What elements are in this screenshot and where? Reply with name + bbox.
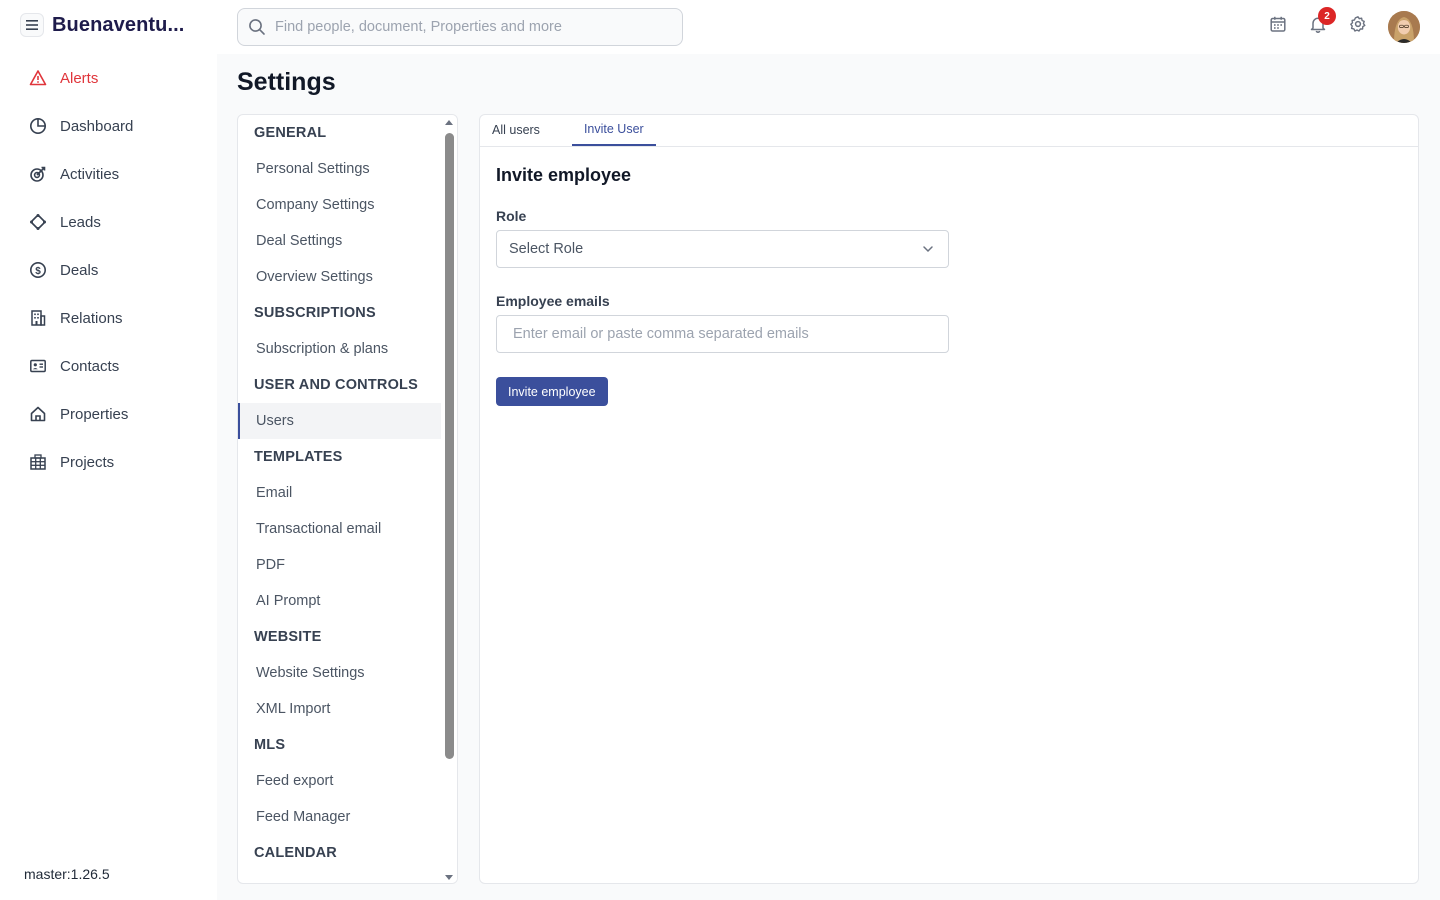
section-templates: TEMPLATES <box>254 449 343 465</box>
activity-icon <box>29 165 47 183</box>
sidebar-item-label: Activities <box>60 165 120 183</box>
section-general: GENERAL <box>254 125 327 141</box>
scrollbar-thumb[interactable] <box>445 133 454 759</box>
gear-icon <box>1350 16 1366 32</box>
avatar-image <box>1388 11 1420 43</box>
menu-feed-export[interactable]: Feed export <box>238 763 442 799</box>
calendar-button[interactable] <box>1266 12 1290 36</box>
svg-text:$: $ <box>35 266 41 277</box>
menu-deal-settings[interactable]: Deal Settings <box>238 223 442 259</box>
settings-menu: GENERAL Personal Settings Company Settin… <box>237 114 458 884</box>
scrollbar[interactable] <box>441 115 457 883</box>
menu-ai-prompt[interactable]: AI Prompt <box>238 583 442 619</box>
invite-form: Invite employee Role Select Role Employe… <box>496 165 949 406</box>
scroll-down-arrow-icon[interactable] <box>445 875 453 880</box>
menu-email[interactable]: Email <box>238 475 442 511</box>
page-title: Settings <box>237 68 336 96</box>
settings-list: GENERAL Personal Settings Company Settin… <box>238 115 442 871</box>
sidebar-item-deals[interactable]: $ Deals <box>0 246 217 294</box>
content-card: All users Invite User Invite employee Ro… <box>479 114 1419 884</box>
sidebar-item-leads[interactable]: Leads <box>0 198 217 246</box>
sidebar-item-label: Properties <box>60 405 129 423</box>
sidebar-item-contacts[interactable]: Contacts <box>0 342 217 390</box>
menu-subscription-plans[interactable]: Subscription & plans <box>238 331 442 367</box>
contact-card-icon <box>29 357 47 375</box>
section-user-controls: USER AND CONTROLS <box>254 377 418 393</box>
search-input[interactable] <box>275 19 655 35</box>
notification-badge: 2 <box>1318 7 1336 25</box>
sidebar: Buenaventu... Alerts Dashboard Activitie… <box>0 0 217 900</box>
role-select[interactable]: Select Role <box>496 230 949 268</box>
menu-pdf[interactable]: PDF <box>238 547 442 583</box>
global-search[interactable] <box>237 8 683 46</box>
sidebar-item-activities[interactable]: Activities <box>0 150 217 198</box>
section-calendar: CALENDAR <box>254 845 337 861</box>
tabs: All users Invite User <box>480 115 1418 147</box>
sidebar-item-relations[interactable]: Relations <box>0 294 217 342</box>
brand-name[interactable]: Buenaventu... <box>52 14 184 37</box>
projects-icon <box>29 453 47 471</box>
calendar-icon <box>1270 16 1286 32</box>
section-subscriptions: SUBSCRIPTIONS <box>254 305 376 321</box>
version-label: master:1.26.5 <box>24 866 110 882</box>
menu-feed-manager[interactable]: Feed Manager <box>238 799 442 835</box>
sidebar-item-label: Deals <box>60 261 99 279</box>
home-icon <box>29 405 47 423</box>
section-website: WEBSITE <box>254 629 322 645</box>
invite-employee-button[interactable]: Invite employee <box>496 377 608 406</box>
employee-emails-input[interactable] <box>496 315 949 353</box>
sidebar-item-label: Dashboard <box>60 117 134 135</box>
sidebar-item-label: Leads <box>60 213 101 231</box>
main-area: Settings GENERAL Personal Settings Compa… <box>217 54 1440 900</box>
hamburger-menu-button[interactable] <box>20 13 44 37</box>
pie-chart-icon <box>29 117 47 135</box>
menu-company-settings[interactable]: Company Settings <box>238 187 442 223</box>
sidebar-item-label: Alerts <box>60 69 99 87</box>
notifications-button[interactable]: 2 <box>1306 7 1336 36</box>
hamburger-icon <box>26 20 38 30</box>
sidebar-item-label: Relations <box>60 309 123 327</box>
role-select-value: Select Role <box>509 241 584 257</box>
sidebar-item-properties[interactable]: Properties <box>0 390 217 438</box>
menu-personal-settings[interactable]: Personal Settings <box>238 151 442 187</box>
chevron-down-icon <box>923 246 933 253</box>
sidebar-item-alerts[interactable]: Alerts <box>0 54 217 102</box>
tab-invite-user[interactable]: Invite User <box>571 114 656 146</box>
search-icon <box>249 19 265 35</box>
sidebar-item-label: Projects <box>60 453 115 471</box>
menu-website-settings[interactable]: Website Settings <box>238 655 442 691</box>
brand: Buenaventu... <box>20 13 184 37</box>
building-icon <box>29 309 47 327</box>
sidebar-item-projects[interactable]: Projects <box>0 438 217 486</box>
header-actions: 2 <box>1266 7 1386 36</box>
alert-triangle-icon <box>29 69 47 87</box>
scroll-up-arrow-icon[interactable] <box>445 120 453 125</box>
dollar-circle-icon: $ <box>29 261 47 279</box>
role-label: Role <box>496 208 527 224</box>
tab-all-users[interactable]: All users <box>480 114 552 146</box>
sidebar-item-dashboard[interactable]: Dashboard <box>0 102 217 150</box>
menu-overview-settings[interactable]: Overview Settings <box>238 259 442 295</box>
section-mls: MLS <box>254 737 286 753</box>
menu-transactional-email[interactable]: Transactional email <box>238 511 442 547</box>
sidebar-item-label: Contacts <box>60 357 120 375</box>
emails-label: Employee emails <box>496 293 610 309</box>
leads-icon <box>29 213 47 231</box>
user-avatar[interactable] <box>1388 11 1420 43</box>
menu-xml-import[interactable]: XML Import <box>238 691 442 727</box>
form-title: Invite employee <box>496 165 632 185</box>
settings-button[interactable] <box>1346 12 1370 36</box>
sidebar-nav: Alerts Dashboard Activities Leads $ Deal… <box>0 54 217 486</box>
menu-users[interactable]: Users <box>238 403 442 439</box>
